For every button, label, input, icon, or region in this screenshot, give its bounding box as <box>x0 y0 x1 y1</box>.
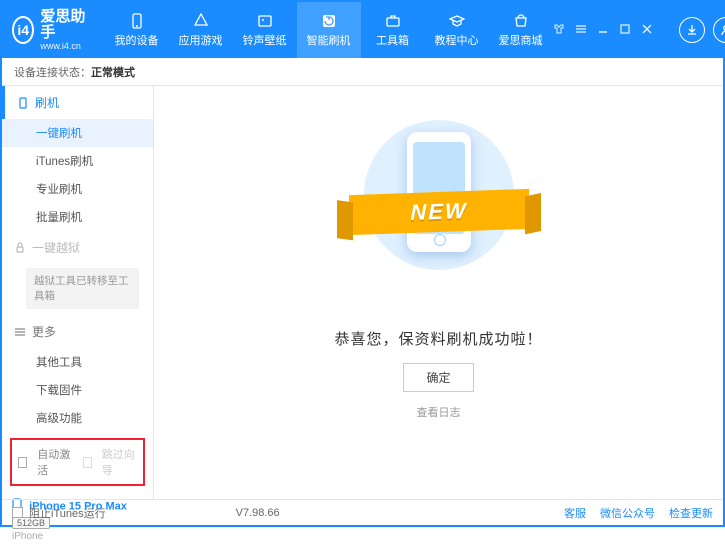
nav-store[interactable]: 爱思商城 <box>489 2 553 58</box>
sidebar-group-more[interactable]: 更多 <box>2 315 153 348</box>
logo-icon: i4 <box>12 16 34 44</box>
checkbox-block-itunes[interactable] <box>12 507 23 518</box>
group-label: 一键越狱 <box>32 239 80 256</box>
graduation-icon <box>448 12 466 30</box>
checkbox-skip-setup[interactable] <box>83 457 92 468</box>
title-bar: i4 爱思助手 www.i4.cn 我的设备 应用游戏 铃声壁纸 智能刷机 <box>2 2 723 58</box>
device-type: iPhone <box>12 531 143 542</box>
status-bar: 阻止iTunes运行 V7.98.66 客服 微信公众号 检查更新 <box>2 499 723 525</box>
block-itunes-label: 阻止iTunes运行 <box>29 505 106 521</box>
checkbox-label: 自动激活 <box>37 446 72 478</box>
status-label: 设备连接状态： <box>14 64 91 80</box>
minimize-icon[interactable] <box>597 23 611 37</box>
shop-icon <box>512 12 530 30</box>
options-highlight-box: 自动激活 跳过向导 <box>10 438 145 486</box>
maximize-icon[interactable] <box>619 23 633 37</box>
jailbreak-moved-note: 越狱工具已转移至工具箱 <box>26 268 139 309</box>
nav-smart-flash[interactable]: 智能刷机 <box>297 2 361 58</box>
nav-label: 工具箱 <box>376 32 409 48</box>
app-title: 爱思助手 <box>40 9 86 42</box>
more-icon <box>14 326 26 338</box>
group-label: 更多 <box>32 323 56 340</box>
ribbon-text: NEW <box>410 198 467 226</box>
sidebar-item-advanced[interactable]: 高级功能 <box>2 404 153 432</box>
sidebar-item-download-firmware[interactable]: 下载固件 <box>2 376 153 404</box>
sidebar-item-other-tools[interactable]: 其他工具 <box>2 348 153 376</box>
user-button[interactable] <box>713 17 725 43</box>
toolbox-icon <box>384 12 402 30</box>
nav-label: 爱思商城 <box>499 32 543 48</box>
refresh-icon <box>320 12 338 30</box>
connection-status: 设备连接状态： 正常模式 <box>2 58 723 86</box>
sidebar-item-itunes-flash[interactable]: iTunes刷机 <box>2 147 153 175</box>
top-nav: 我的设备 应用游戏 铃声壁纸 智能刷机 工具箱 教程中心 <box>105 2 553 58</box>
group-label: 刷机 <box>35 94 59 111</box>
close-icon[interactable] <box>641 23 655 37</box>
version-label: V7.98.66 <box>236 507 280 519</box>
flash-icon <box>17 97 29 109</box>
nav-ringtone-wallpaper[interactable]: 铃声壁纸 <box>233 2 297 58</box>
skin-icon[interactable] <box>553 23 567 37</box>
sidebar-item-oneclick-flash[interactable]: 一键刷机 <box>2 119 153 147</box>
nav-label: 教程中心 <box>435 32 479 48</box>
sidebar-group-jailbreak: 一键越狱 <box>2 231 153 264</box>
sidebar: 刷机 一键刷机 iTunes刷机 专业刷机 批量刷机 一键越狱 越狱工具已转移至… <box>2 86 154 499</box>
view-log-link[interactable]: 查看日志 <box>417 404 461 420</box>
footer-link-wechat[interactable]: 微信公众号 <box>600 505 655 521</box>
app-logo: i4 爱思助手 www.i4.cn <box>12 9 87 52</box>
phone-icon <box>128 12 146 30</box>
nav-label: 铃声壁纸 <box>243 32 287 48</box>
nav-label: 智能刷机 <box>307 32 351 48</box>
footer-link-support[interactable]: 客服 <box>564 505 586 521</box>
checkbox-auto-activate[interactable] <box>18 457 27 468</box>
app-icon <box>192 12 210 30</box>
sidebar-item-batch-flash[interactable]: 批量刷机 <box>2 203 153 231</box>
success-message: 恭喜您，保资料刷机成功啦！ <box>334 328 542 349</box>
menu-icon[interactable] <box>575 23 589 37</box>
sidebar-item-pro-flash[interactable]: 专业刷机 <box>2 175 153 203</box>
nav-apps-games[interactable]: 应用游戏 <box>169 2 233 58</box>
status-value: 正常模式 <box>91 64 135 80</box>
main-content: NEW 恭喜您，保资料刷机成功啦！ 确定 查看日志 <box>154 86 723 499</box>
nav-label: 应用游戏 <box>179 32 223 48</box>
nav-label: 我的设备 <box>115 32 159 48</box>
window-controls <box>553 17 725 43</box>
lock-icon <box>14 242 26 254</box>
ok-button[interactable]: 确定 <box>403 363 473 392</box>
download-button[interactable] <box>679 17 705 43</box>
new-ribbon: NEW <box>349 189 529 235</box>
nav-my-device[interactable]: 我的设备 <box>105 2 169 58</box>
sidebar-group-flash[interactable]: 刷机 <box>2 86 153 119</box>
footer-link-update[interactable]: 检查更新 <box>669 505 713 521</box>
nav-tutorials[interactable]: 教程中心 <box>425 2 489 58</box>
nav-toolbox[interactable]: 工具箱 <box>361 2 425 58</box>
image-icon <box>256 12 274 30</box>
success-illustration: NEW <box>329 110 549 310</box>
checkbox-label: 跳过向导 <box>102 446 137 478</box>
app-subtitle: www.i4.cn <box>40 42 86 52</box>
